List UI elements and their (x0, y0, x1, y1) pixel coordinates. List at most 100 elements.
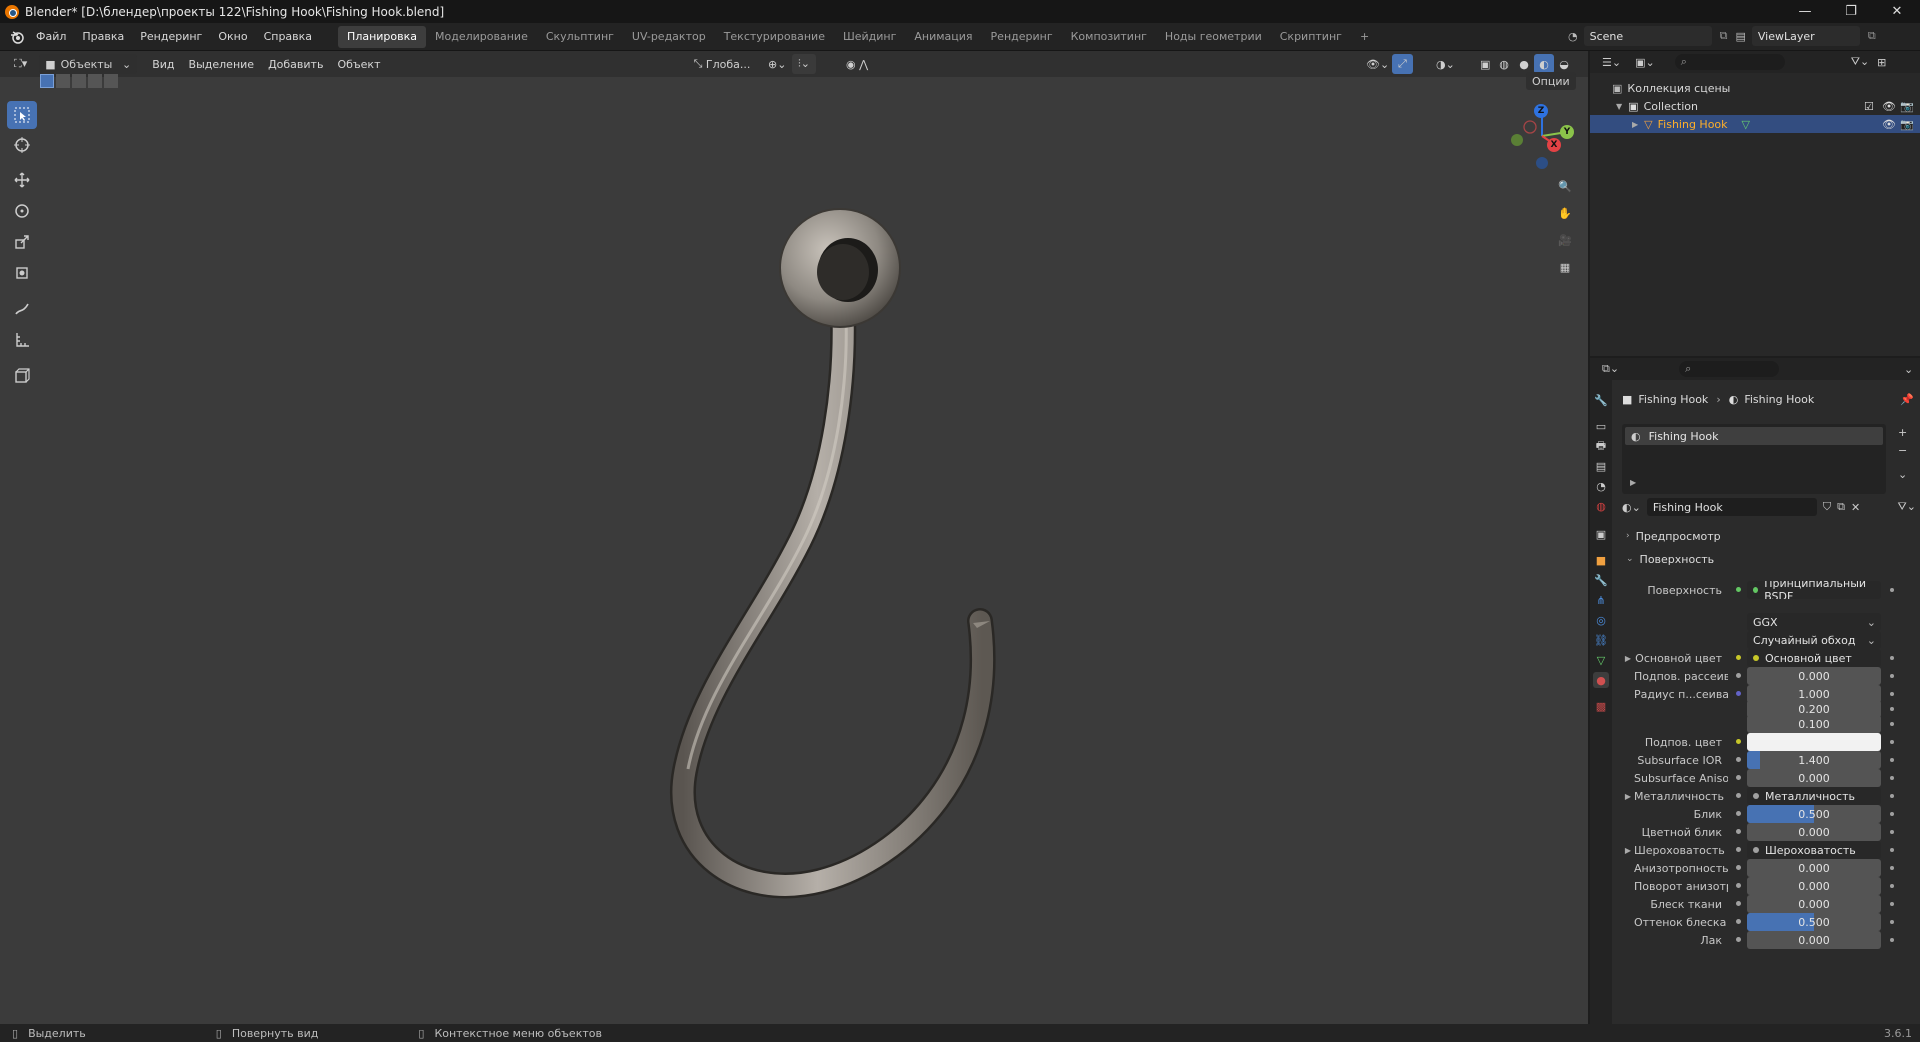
duplicate-material-icon[interactable]: ⧉ (1837, 500, 1845, 514)
wireframe-shading-icon[interactable]: ◍ (1494, 54, 1514, 74)
scene-tab-icon[interactable]: ◔ (1593, 478, 1609, 494)
properties-editor-icon[interactable]: ⧉⌄ (1602, 362, 1619, 376)
filter-icon[interactable]: ⛛⌄ (1851, 55, 1869, 69)
keyframe-dot-icon[interactable] (1890, 776, 1894, 780)
camera-icon[interactable]: 📷 (1900, 118, 1914, 131)
gizmo-y-axis[interactable]: Y (1560, 125, 1574, 139)
world-tab-icon[interactable]: ◍ (1593, 498, 1609, 514)
viewport-menu-item[interactable]: Вид (145, 58, 181, 71)
maximize-button[interactable]: ❐ (1828, 0, 1874, 23)
workspace-tab[interactable]: UV-редактор (623, 26, 715, 48)
keyframe-dot-icon[interactable] (1890, 866, 1894, 870)
menu-item[interactable]: Рендеринг (132, 26, 210, 48)
proportional-edit-icon[interactable]: ◉ ⋀ (840, 54, 874, 74)
add-slot-icon[interactable]: + (1898, 426, 1907, 439)
navigation-gizmo[interactable]: Z Y X (1502, 100, 1582, 175)
snap-icon[interactable]: ⫶⌄ (792, 54, 816, 74)
scene-selector[interactable]: Scene (1583, 26, 1712, 46)
select-extend-icon[interactable] (56, 74, 70, 88)
scale-tool[interactable] (7, 228, 37, 256)
viewport-menu-item[interactable]: Добавить (261, 58, 330, 71)
surface-section-header[interactable]: ⌄ Поверхность (1622, 549, 1920, 569)
rendered-shading-icon[interactable]: ◒ (1554, 54, 1574, 74)
constraints-tab-icon[interactable]: ⛓ (1593, 632, 1609, 648)
workspace-tab[interactable]: Композитинг (1062, 26, 1156, 48)
socket-icon[interactable] (1734, 899, 1744, 909)
particles-tab-icon[interactable]: ⋔ (1593, 592, 1609, 608)
render-tab-icon[interactable]: ▭ (1593, 418, 1609, 434)
linked-node-field[interactable]: Основной цвет (1747, 649, 1881, 667)
eye-icon[interactable]: 👁 (1882, 100, 1896, 113)
number-field[interactable]: 0.500 (1747, 913, 1881, 931)
keyframe-dot-icon[interactable] (1890, 740, 1894, 744)
mesh-data-icon[interactable]: ▽ (1742, 118, 1750, 131)
keyframe-dot-icon[interactable] (1890, 920, 1894, 924)
keyframe-dot-icon[interactable] (1890, 938, 1894, 942)
workspace-tab[interactable]: Рендеринг (982, 26, 1062, 48)
socket-icon[interactable] (1734, 827, 1744, 837)
new-view-layer-icon[interactable]: ⧉ (1868, 29, 1876, 43)
number-field[interactable]: 0.000 (1747, 877, 1881, 895)
transform-orientation-selector[interactable]: ⤡ Глоба... (687, 54, 757, 74)
select-subtract-icon[interactable] (72, 74, 86, 88)
unlink-material-icon[interactable]: ✕ (1851, 501, 1860, 514)
viewport-menu-item[interactable]: Объект (330, 58, 387, 71)
select-invert-icon[interactable] (88, 74, 102, 88)
socket-icon[interactable] (1734, 791, 1744, 801)
texture-tab-icon[interactable]: ▩ (1593, 698, 1609, 714)
socket-icon[interactable] (1734, 773, 1744, 783)
keyframe-dot-icon[interactable] (1890, 848, 1894, 852)
close-button[interactable]: ✕ (1874, 0, 1920, 23)
number-field[interactable]: 0.100 (1747, 715, 1881, 733)
blender-menu-icon[interactable] (6, 26, 28, 48)
select-box-tool[interactable] (7, 101, 37, 129)
keyframe-dot-icon[interactable] (1890, 794, 1894, 798)
linked-node-field[interactable]: Металличность (1747, 787, 1881, 805)
pin-icon[interactable]: 📌 (1900, 393, 1914, 406)
number-field[interactable]: 0.000 (1747, 769, 1881, 787)
viewport-menu-item[interactable]: Выделение (182, 58, 262, 71)
scene-icon[interactable]: ◔ (1568, 30, 1578, 43)
new-collection-icon[interactable]: ⊞ (1877, 56, 1886, 69)
linked-node-field[interactable]: Шероховатость (1747, 841, 1881, 859)
expand-arrow-icon[interactable]: ▶ (1630, 478, 1636, 487)
keyframe-dot-icon[interactable] (1890, 588, 1894, 592)
mesh-data-tab-icon[interactable]: ▽ (1593, 652, 1609, 668)
view-layer-icon[interactable]: ▤ (1735, 30, 1745, 43)
cursor-tool[interactable] (7, 131, 37, 159)
chevron-down-icon[interactable]: ⌄ (1898, 468, 1907, 481)
number-field[interactable]: 0.000 (1747, 895, 1881, 913)
fishing-hook-model[interactable] (0, 51, 1588, 1024)
properties-search-input[interactable]: ⌕ (1679, 361, 1780, 377)
workspace-tab[interactable]: Скульптинг (537, 26, 623, 48)
keyframe-dot-icon[interactable] (1890, 884, 1894, 888)
rotate-tool[interactable] (7, 197, 37, 225)
expand-arrow-icon[interactable]: ▶ (1622, 846, 1634, 855)
fishing-hook-row[interactable]: ▶ ▽ Fishing Hook ▽ 👁 📷 (1590, 115, 1920, 133)
number-field[interactable]: 0.000 (1747, 859, 1881, 877)
socket-icon[interactable] (1734, 917, 1744, 927)
workspace-tab[interactable]: Текстурирование (715, 26, 834, 48)
socket-icon[interactable] (1734, 737, 1744, 747)
include-checkbox[interactable]: ☑ (1864, 100, 1874, 113)
menu-item[interactable]: Справка (256, 26, 320, 48)
solid-shading-icon[interactable]: ● (1514, 54, 1534, 74)
material-tab-icon[interactable]: ● (1593, 672, 1609, 688)
keyframe-dot-icon[interactable] (1890, 707, 1894, 711)
number-field[interactable]: 1.400 (1747, 751, 1881, 769)
linked-node-field[interactable]: Принципиальный BSDF (1747, 581, 1881, 599)
modifier-tab-icon[interactable]: 🔧 (1593, 572, 1609, 588)
socket-icon[interactable] (1734, 755, 1744, 765)
dropdown-select[interactable]: GGX ⌄ (1747, 613, 1881, 631)
move-tool[interactable] (7, 166, 37, 194)
workspace-tab[interactable]: Шейдинг (834, 26, 905, 48)
select-new-icon[interactable] (40, 74, 54, 88)
dropdown-select[interactable]: Случайный обход ⌄ (1747, 631, 1881, 649)
number-field[interactable]: 0.500 (1747, 805, 1881, 823)
workspace-tab[interactable]: Анимация (905, 26, 981, 48)
output-tab-icon[interactable]: 🖶 (1593, 438, 1609, 454)
mode-selector[interactable]: ■ Объекты ⌄ (39, 54, 138, 74)
gizmo-x-axis[interactable]: X (1547, 138, 1561, 152)
keyframe-dot-icon[interactable] (1890, 812, 1894, 816)
keyframe-dot-icon[interactable] (1890, 902, 1894, 906)
